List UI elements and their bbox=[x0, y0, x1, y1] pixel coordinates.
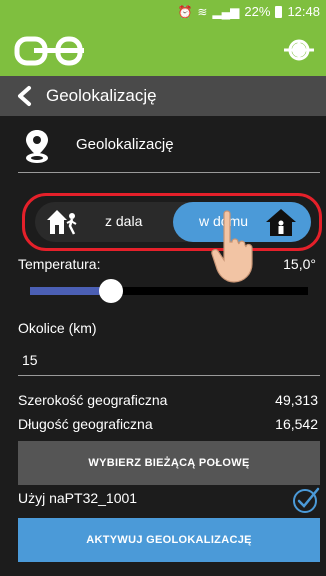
status-icons: ⏰ ≋ ▂▄▆ 22% 12:48 bbox=[177, 4, 320, 19]
activate-geolocation-button[interactable]: AKTYWUJ GEOLOKALIZACJĘ bbox=[18, 518, 320, 562]
home-person-icon bbox=[266, 209, 296, 236]
battery-icon bbox=[275, 5, 283, 18]
temperature-label: Temperatura: bbox=[18, 256, 101, 272]
slider-track bbox=[110, 287, 308, 295]
longitude-label: Długość geograficzna bbox=[18, 416, 153, 432]
wifi-icon: ≋ bbox=[197, 4, 208, 19]
temperature-value: 15,0° bbox=[283, 256, 316, 272]
latitude-label: Szerokość geograficzna bbox=[18, 392, 168, 408]
crosshair-icon[interactable] bbox=[284, 35, 314, 65]
longitude-value: 16,542 bbox=[275, 416, 318, 432]
away-label[interactable]: z dala bbox=[105, 213, 142, 229]
distance-input[interactable]: 15 bbox=[18, 352, 320, 376]
geo-header: Geolokalizację bbox=[0, 124, 326, 168]
alarm-icon: ⏰ bbox=[177, 4, 193, 19]
divider bbox=[18, 172, 320, 173]
status-bar: ⏰ ≋ ▂▄▆ 22% 12:48 bbox=[0, 0, 326, 24]
battery-percent: 22% bbox=[244, 4, 271, 19]
distance-label: Okolice (km) bbox=[18, 320, 97, 336]
pick-location-button[interactable]: WYBIERZ BIEŻĄCĄ POŁOWĘ bbox=[18, 441, 320, 485]
app-bar bbox=[0, 24, 326, 76]
use-device-label: Użyj naPT32_1001 bbox=[18, 490, 138, 506]
mode-toggle[interactable]: z dala w domu bbox=[35, 202, 311, 242]
checkmark-icon[interactable] bbox=[292, 486, 320, 514]
geo-label: Geolokalizację bbox=[76, 136, 174, 153]
page-title: Geolokalizację bbox=[46, 86, 157, 105]
status-time: 12:48 bbox=[287, 4, 320, 19]
location-pin-icon bbox=[26, 130, 48, 163]
slider-thumb[interactable] bbox=[98, 279, 123, 303]
latitude-value: 49,313 bbox=[275, 392, 318, 408]
back-chevron-icon[interactable] bbox=[14, 85, 36, 107]
pointing-hand-icon bbox=[211, 210, 253, 283]
mode-toggle-highlight: z dala w domu bbox=[22, 193, 322, 251]
app-logo bbox=[14, 36, 84, 66]
temperature-slider[interactable] bbox=[30, 279, 308, 303]
away-person-house-icon bbox=[47, 210, 77, 235]
signal-icon: ▂▄▆ bbox=[212, 4, 240, 19]
title-bar: Geolokalizację bbox=[0, 76, 326, 116]
